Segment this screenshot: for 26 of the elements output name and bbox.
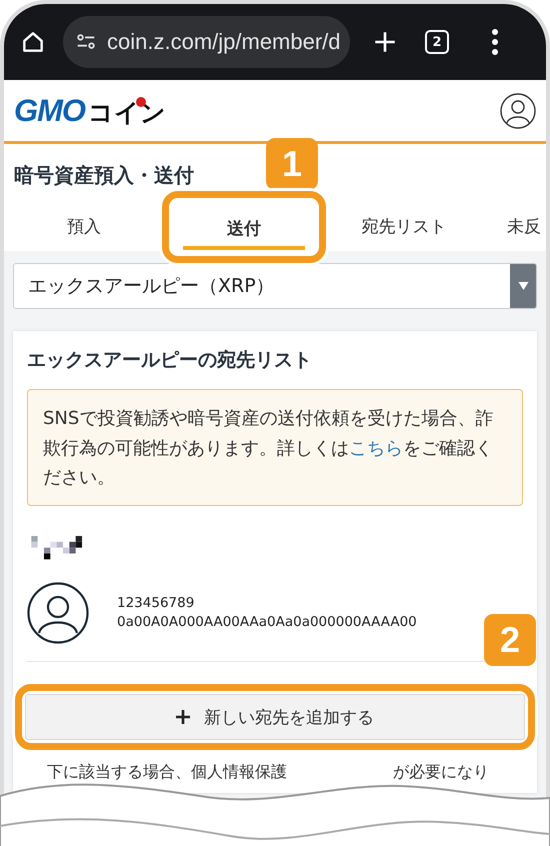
tab[interactable]: 送付 [171,200,317,254]
step-badge: 2 [484,614,536,666]
currency-dropdown[interactable]: エックスアールピー（XRP） [13,263,537,309]
account-number: 123456789 [117,594,196,612]
address-bar[interactable]: coin.z.com/jp/member/d [63,16,350,68]
home-icon[interactable] [20,29,46,55]
avatar-icon [27,582,89,644]
tab[interactable]: 預入 [4,201,164,251]
body-text: が必要になり [393,762,489,784]
step-badge: 1 [266,138,318,190]
url-text: coin.z.com/jp/member/d [107,29,341,55]
warning-text: SNSで投資勧誘や暗号資産の送付依頼を受けた場合、詐欺行為の可能性があります。詳しくはこちら をご確認ください。 [27,389,523,506]
body-text: 下に該当する場合、個人情報保護 [47,762,287,784]
dropdown-arrow-icon [518,282,528,290]
page-title: 暗号資産預入・送付 [13,162,195,189]
tab-count-button[interactable]: 2 [425,30,449,54]
card-title: エックスアールピーの宛先リスト [27,348,313,373]
logo[interactable]: GMO コイン [14,92,166,128]
user-icon[interactable] [500,92,536,128]
tab[interactable]: 宛先リスト [324,201,484,251]
add-destination-button[interactable]: 新しい宛先を追加する [25,694,525,740]
menu-icon[interactable] [491,28,499,56]
plus-icon [176,710,190,724]
link[interactable]: こちら [349,438,403,459]
wallet-address: 0a00A0A000AA00AAa0Aa0a000000AAAA00 [117,613,417,632]
tab[interactable]: 未反 [484,201,541,251]
